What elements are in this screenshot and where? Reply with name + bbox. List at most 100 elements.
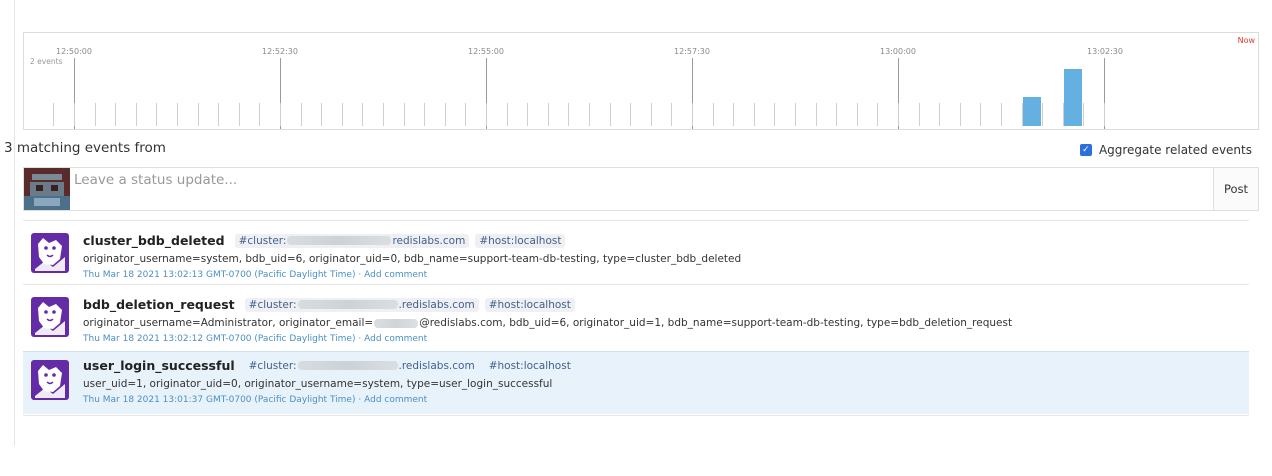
host-tag[interactable]: #host:localhost: [485, 359, 575, 373]
timeline-minor-tick: [610, 103, 611, 126]
timeline-minor-tick: [115, 103, 116, 126]
cluster-tag[interactable]: #cluster: .redislabs.com: [245, 359, 479, 373]
event-row[interactable]: user_login_successful #cluster: .redislab…: [23, 351, 1249, 414]
datadog-dog-icon: [29, 231, 71, 275]
timeline-minor-tick: [1001, 103, 1002, 126]
timeline-minor-tick: [754, 103, 755, 126]
redacted-text: [287, 236, 392, 245]
timeline-minor-tick: [630, 103, 631, 126]
datadog-dog-icon: [29, 295, 71, 339]
timeline-minor-tick: [527, 103, 528, 126]
cluster-tag[interactable]: #cluster: .redislabs.com: [244, 297, 479, 312]
timeline-minor-tick: [671, 103, 672, 126]
timeline-minor-tick: [156, 103, 157, 126]
host-tag[interactable]: #host:localhost: [475, 233, 566, 248]
timeline-minor-tick: [218, 103, 219, 126]
results-title: 3 matching events from: [4, 140, 166, 156]
event-meta: Thu Mar 18 2021 13:01:37 GMT-0700 (Pacif…: [83, 395, 428, 405]
event-meta: Thu Mar 18 2021 13:02:12 GMT-0700 (Pacif…: [83, 334, 428, 344]
time-label: 12:57:30: [674, 47, 710, 56]
event-title[interactable]: user_login_successful: [83, 358, 235, 373]
timeline-minor-tick: [239, 103, 240, 126]
timeline-minor-tick: [919, 103, 920, 126]
timeline-minor-tick: [774, 103, 775, 126]
event-timestamp: Thu Mar 18 2021 13:02:13 GMT-0700 (Pacif…: [83, 270, 356, 280]
timeline-minor-tick: [960, 103, 961, 126]
timeline-minor-tick: [53, 103, 54, 126]
event-timestamp: Thu Mar 18 2021 13:01:37 GMT-0700 (Pacif…: [83, 395, 356, 405]
timeline-minor-tick: [445, 103, 446, 126]
aggregate-checkbox[interactable]: ✓: [1079, 144, 1092, 156]
status-update-box: Leave a status update... Post: [23, 167, 1259, 211]
timeline-minor-tick: [321, 103, 322, 126]
timeline-minor-tick: [733, 103, 734, 126]
timeline-minor-tick: [877, 103, 878, 126]
add-comment-link[interactable]: Add comment: [364, 334, 427, 344]
timeline-minor-tick: [362, 103, 363, 126]
event-row[interactable]: cluster_bdb_deleted #cluster: redislabs.c…: [23, 220, 1249, 283]
timeline-minor-tick: [507, 103, 508, 126]
timeline-minor-tick: [280, 103, 281, 126]
timeline-event-bar[interactable]: [1023, 97, 1041, 126]
timeline-minor-tick: [548, 103, 549, 126]
timeline-minor-tick: [486, 103, 487, 126]
timeline-minor-tick: [568, 103, 569, 126]
timeline-minor-tick: [465, 103, 466, 126]
timeline-minor-tick: [74, 103, 75, 126]
timeline-event-bar[interactable]: [1064, 69, 1082, 126]
timeline-minor-tick: [713, 103, 714, 126]
event-row[interactable]: bdb_deletion_request #cluster: .redislabs…: [23, 284, 1249, 347]
timeline-minor-tick: [651, 103, 652, 126]
timeline-minor-tick: [816, 103, 817, 126]
aggregate-toggle[interactable]: ✓ Aggregate related events: [1079, 143, 1252, 157]
datadog-dog-icon: [29, 358, 71, 402]
timeline-minor-tick: [1042, 103, 1043, 126]
aggregate-label: Aggregate related events: [1098, 143, 1252, 157]
timeline-minor-tick: [383, 103, 384, 126]
event-timeline[interactable]: Now 2 events 12:50:00 12:52:30 12:55:00 …: [23, 32, 1259, 130]
event-meta: Thu Mar 18 2021 13:02:13 GMT-0700 (Pacif…: [83, 270, 428, 280]
timeline-minor-tick: [95, 103, 96, 126]
timeline-minor-tick: [136, 103, 137, 126]
user-avatar: [24, 168, 70, 210]
left-divider: [14, 0, 15, 446]
timeline-minor-tick: [980, 103, 981, 126]
redacted-text: [297, 300, 398, 309]
post-button[interactable]: Post: [1213, 168, 1258, 210]
timeline-minor-tick: [857, 103, 858, 126]
add-comment-link[interactable]: Add comment: [364, 395, 427, 405]
redacted-text: [374, 318, 419, 328]
time-label: 12:55:00: [468, 47, 504, 56]
timeline-minor-tick: [589, 103, 590, 126]
time-label: 13:02:30: [1087, 47, 1123, 56]
status-input[interactable]: Leave a status update...: [74, 172, 237, 188]
timeline-minor-tick: [795, 103, 796, 126]
timeline-minor-tick: [1083, 103, 1084, 126]
list-end-divider: [23, 415, 1249, 416]
timeline-minor-tick: [342, 103, 343, 126]
timeline-minor-tick: [939, 103, 940, 126]
timeline-minor-tick: [301, 103, 302, 126]
add-comment-link[interactable]: Add comment: [364, 270, 427, 280]
redacted-text: [297, 361, 398, 370]
event-title[interactable]: bdb_deletion_request: [83, 297, 235, 312]
timeline-minor-tick: [692, 103, 693, 126]
time-label: 12:50:00: [56, 47, 92, 56]
host-tag[interactable]: #host:localhost: [484, 297, 575, 312]
timeline-minor-tick: [898, 103, 899, 126]
timeline-minor-tick: [259, 103, 260, 126]
event-title[interactable]: cluster_bdb_deleted: [83, 233, 225, 248]
now-label: Now: [1237, 36, 1255, 45]
timeline-minor-tick: [424, 103, 425, 126]
cluster-tag[interactable]: #cluster: redislabs.com: [234, 233, 470, 248]
event-body: originator_username=Administrator, origi…: [83, 317, 1013, 329]
time-label: 12:52:30: [262, 47, 298, 56]
event-body: originator_username=system, bdb_uid=6, o…: [83, 253, 742, 265]
event-count-label: 2 events: [30, 57, 63, 66]
timeline-minor-tick: [177, 103, 178, 126]
event-timestamp: Thu Mar 18 2021 13:02:12 GMT-0700 (Pacif…: [83, 334, 356, 344]
event-body: user_uid=1, originator_uid=0, originator…: [83, 378, 553, 390]
time-label: 13:00:00: [880, 47, 916, 56]
timeline-minor-tick: [836, 103, 837, 126]
timeline-minor-tick: [198, 103, 199, 126]
